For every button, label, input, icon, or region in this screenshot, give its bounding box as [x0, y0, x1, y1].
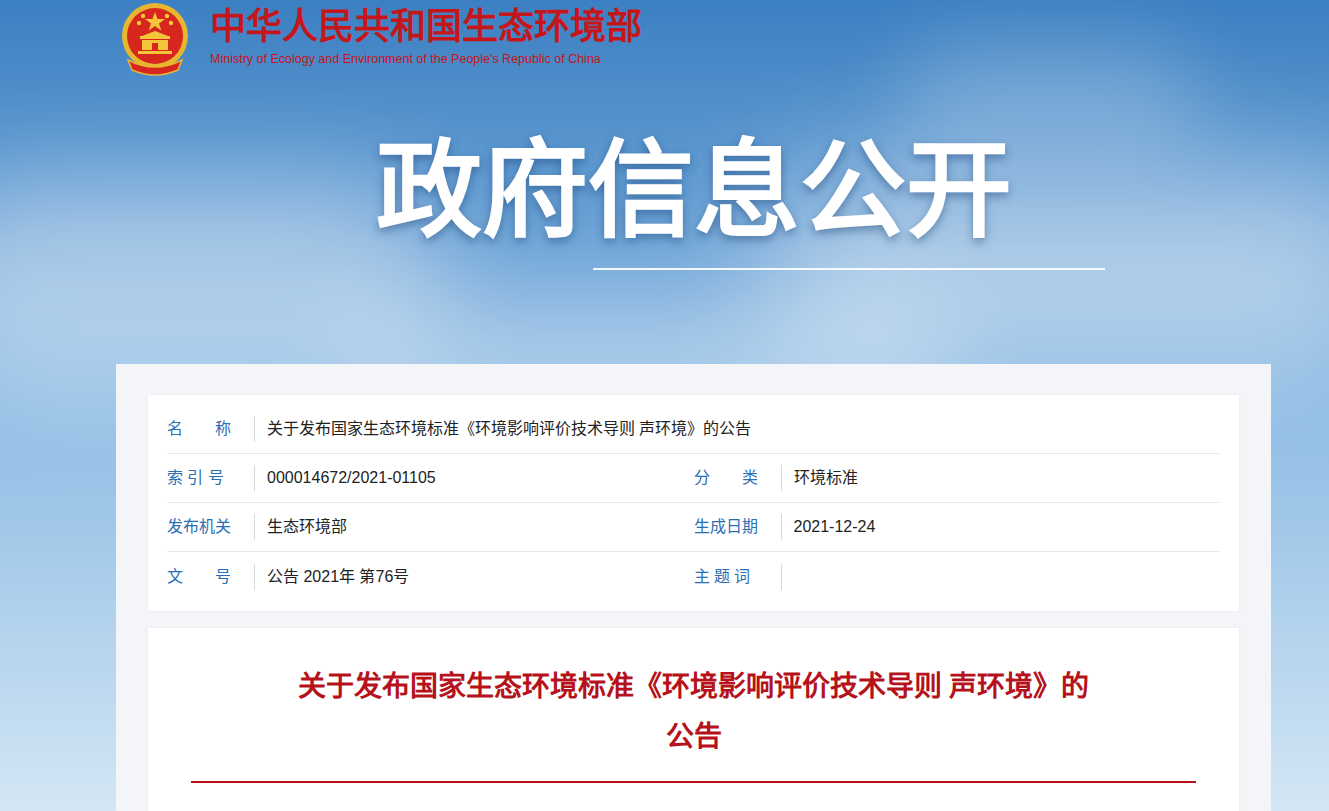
- banner-title: 政府信息公开: [116, 132, 1271, 248]
- article-divider: [191, 781, 1196, 783]
- site-title[interactable]: 中华人民共和国生态环境部: [210, 6, 642, 48]
- field-separator: [781, 465, 782, 491]
- info-row: 索 引 号000014672/2021-01105分 类环境标准: [167, 454, 1220, 503]
- field-value: 生态环境部: [255, 515, 347, 539]
- info-card: 名 称关于发布国家生态环境标准《环境影响评价技术导则 声环境》的公告索 引 号0…: [148, 395, 1239, 611]
- article-title: 关于发布国家生态环境标准《环境影响评价技术导则 声环境》的公告: [254, 662, 1134, 762]
- content-panel: 名 称关于发布国家生态环境标准《环境影响评价技术导则 声环境》的公告索 引 号0…: [116, 364, 1271, 811]
- field-value: 2021-12-24: [782, 515, 876, 539]
- field-label: 生成日期: [694, 515, 781, 539]
- article-title-line: 关于发布国家生态环境标准《环境影响评价技术导则 声环境》的: [254, 662, 1134, 712]
- field-label: 索 引 号: [167, 466, 254, 490]
- site-subtitle: Ministry of Ecology and Environment of t…: [210, 51, 642, 67]
- banner-underline: [593, 268, 1105, 270]
- article-title-line: 公告: [254, 712, 1134, 762]
- field-label: 名 称: [167, 417, 254, 441]
- field-separator: [254, 564, 255, 590]
- info-field: 主 题 词: [694, 552, 1221, 601]
- field-label: 发布机关: [167, 515, 254, 539]
- field-value: 环境标准: [782, 466, 858, 490]
- info-row: 文 号公告 2021年 第76号主 题 词: [167, 552, 1220, 601]
- field-label: 分 类: [694, 466, 781, 490]
- field-value: 公告 2021年 第76号: [255, 565, 409, 589]
- site-title-group: 中华人民共和国生态环境部 Ministry of Ecology and Envi…: [210, 0, 642, 67]
- info-row: 名 称关于发布国家生态环境标准《环境影响评价技术导则 声环境》的公告: [167, 405, 1220, 454]
- info-field: 生成日期2021-12-24: [694, 503, 1221, 551]
- banner: 政府信息公开: [116, 132, 1271, 270]
- info-field: 分 类环境标准: [694, 454, 1221, 502]
- field-separator: [254, 465, 255, 491]
- field-separator: [781, 564, 782, 590]
- field-value: 关于发布国家生态环境标准《环境影响评价技术导则 声环境》的公告: [255, 417, 751, 441]
- field-label: 主 题 词: [694, 565, 781, 589]
- info-field: 名 称关于发布国家生态环境标准《环境影响评价技术导则 声环境》的公告: [167, 405, 1220, 453]
- field-label: 文 号: [167, 565, 254, 589]
- info-field: 索 引 号000014672/2021-01105: [167, 454, 694, 502]
- article-card: 关于发布国家生态环境标准《环境影响评价技术导则 声环境》的公告: [148, 628, 1239, 811]
- info-row: 发布机关生态环境部生成日期2021-12-24: [167, 503, 1220, 552]
- info-field: 发布机关生态环境部: [167, 503, 694, 551]
- site-header: 中华人民共和国生态环境部 Ministry of Ecology and Envi…: [0, 0, 1329, 80]
- field-separator: [781, 514, 782, 540]
- national-emblem-icon[interactable]: [118, 0, 192, 78]
- info-field: 文 号公告 2021年 第76号: [167, 552, 694, 601]
- field-separator: [254, 416, 255, 442]
- field-separator: [254, 514, 255, 540]
- field-value: 000014672/2021-01105: [255, 466, 436, 490]
